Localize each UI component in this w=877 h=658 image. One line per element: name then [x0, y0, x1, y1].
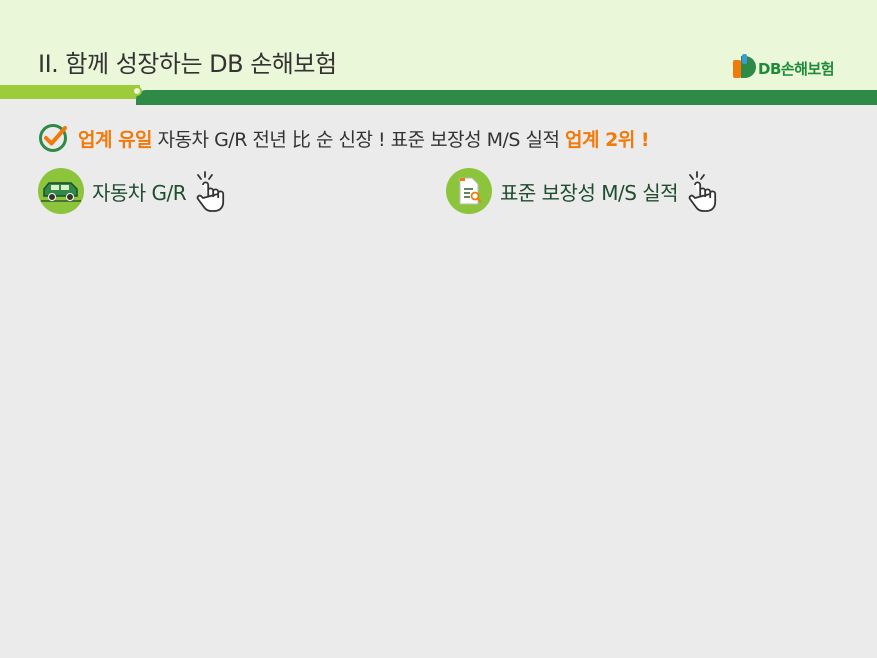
headline-text: 자동차 G/R 전년 比 순 신장 ! 표준 보장성 M/S 실적: [152, 128, 566, 151]
page-title: II. 함께 성장하는 DB 손해보험: [38, 50, 337, 78]
db-logo-icon: [733, 54, 756, 78]
header: II. 함께 성장하는 DB 손해보험 DB손해보험: [0, 0, 877, 90]
document-icon-button[interactable]: [446, 168, 492, 214]
link-label[interactable]: 표준 보장성 M/S 실적: [500, 177, 679, 206]
hand-pointer-icon[interactable]: [682, 169, 726, 213]
header-divider-light: [0, 85, 140, 99]
header-divider-dark: [136, 90, 877, 105]
headline-highlight-2: 업계 2위 !: [565, 128, 650, 151]
hand-pointer-icon[interactable]: [190, 169, 234, 213]
car-icon: [41, 182, 81, 202]
document-search-icon: [459, 177, 482, 205]
link-auto-gr[interactable]: 자동차 G/R: [38, 168, 234, 214]
company-logo: DB손해보험: [731, 52, 841, 82]
headline-highlight-1: 업계 유일: [78, 128, 153, 151]
link-label[interactable]: 자동차 G/R: [92, 177, 187, 206]
link-standard-ms[interactable]: 표준 보장성 M/S 실적: [446, 168, 726, 214]
car-icon-button[interactable]: [38, 168, 84, 214]
divider-dot: [132, 86, 142, 96]
check-circle-icon: [39, 124, 67, 152]
logo-text: DB손해보험: [758, 60, 835, 78]
headline: 업계 유일 자동차 G/R 전년 比 순 신장 ! 표준 보장성 M/S 실적 …: [38, 122, 650, 154]
